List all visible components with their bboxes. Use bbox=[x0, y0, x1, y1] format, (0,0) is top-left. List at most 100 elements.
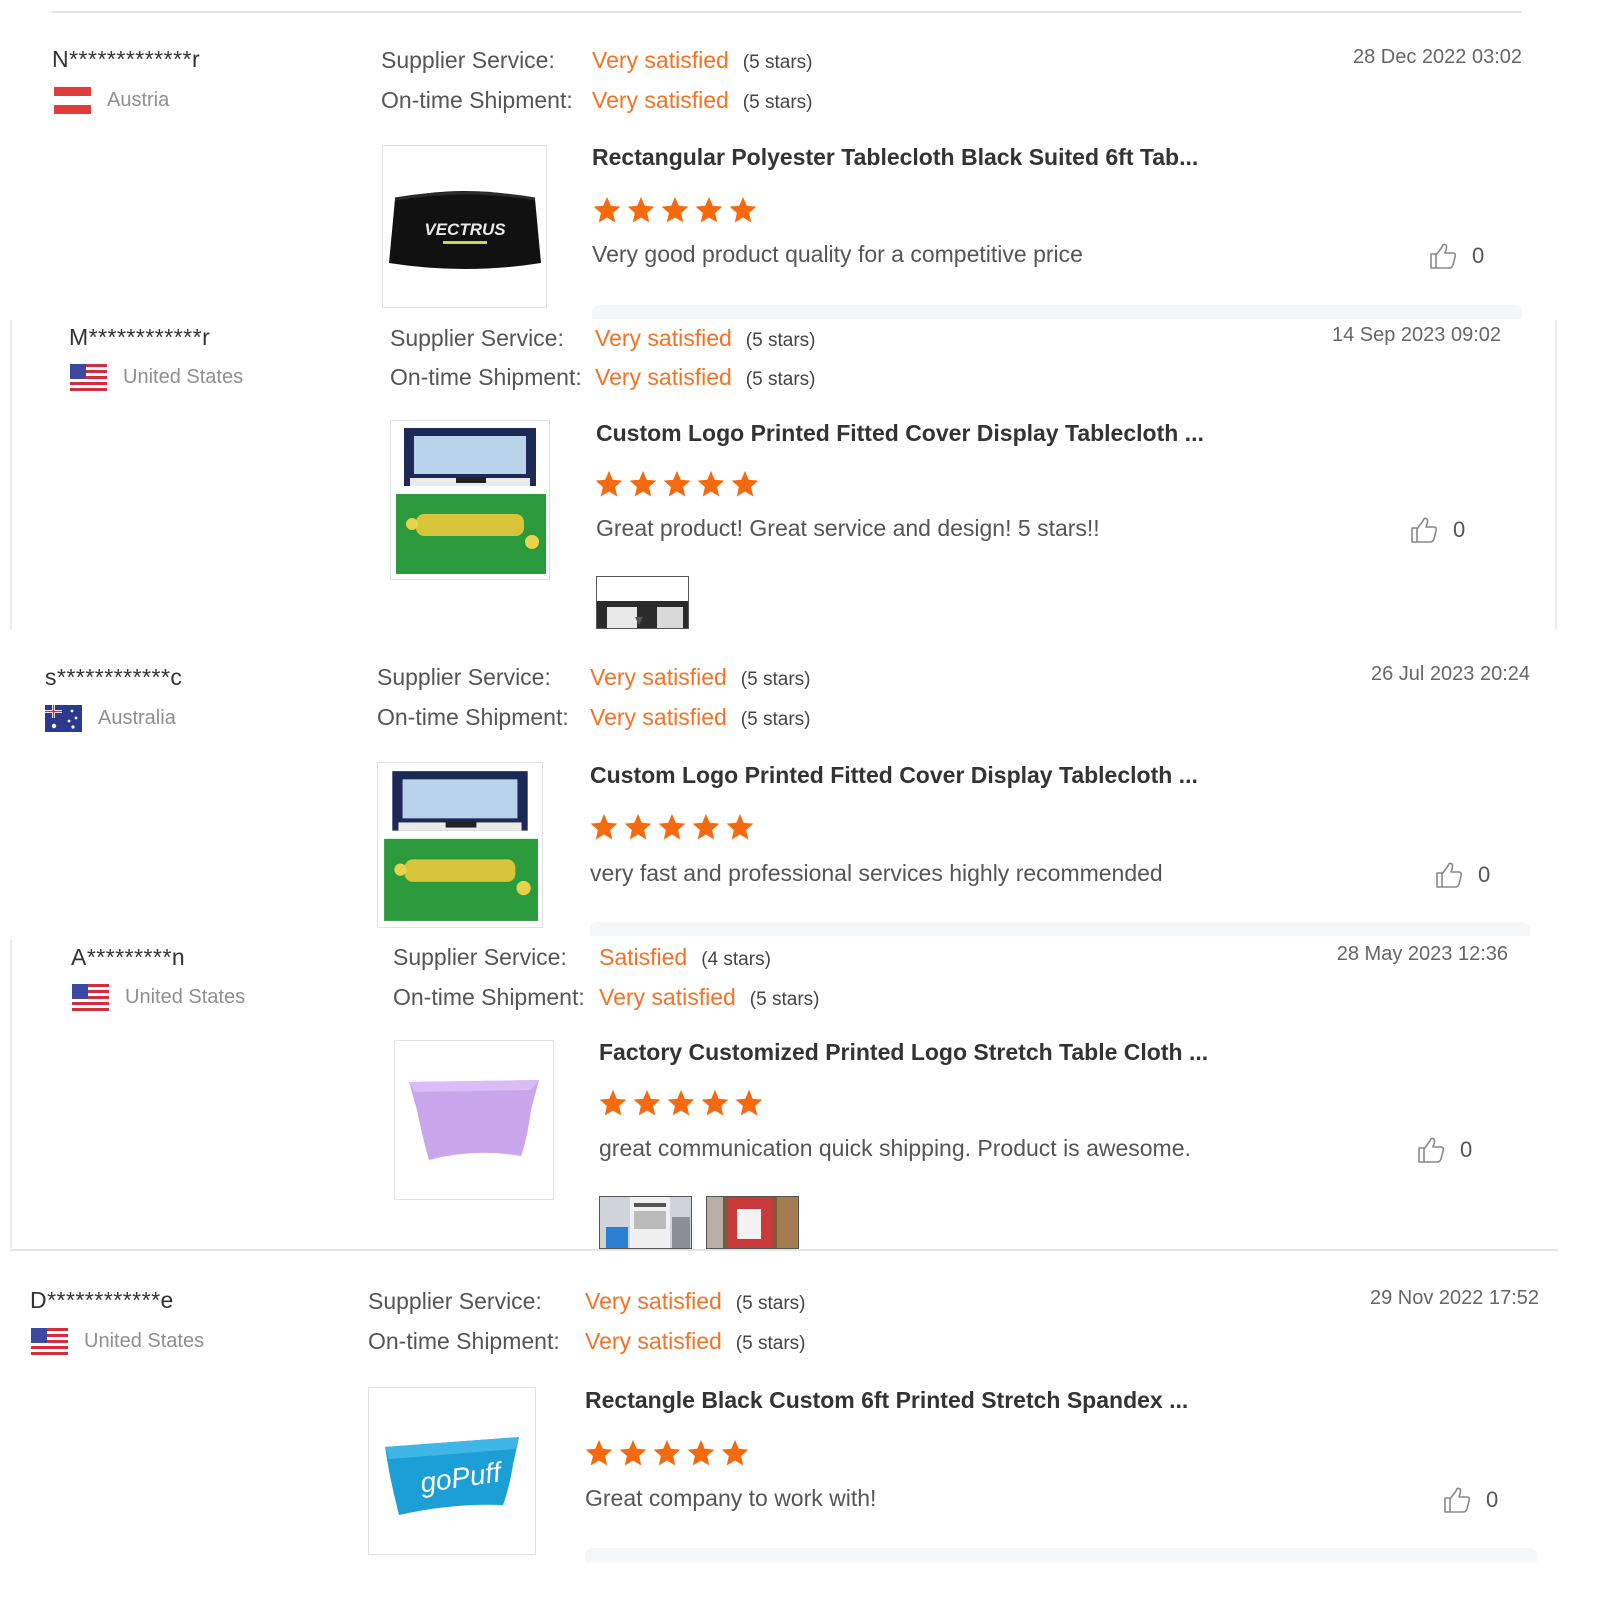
like-count: 0 bbox=[1472, 243, 1485, 268]
austria-flag-icon bbox=[54, 87, 91, 114]
supplier-service-label: Supplier Service: bbox=[381, 47, 555, 73]
star-rating bbox=[589, 812, 755, 842]
product-title-link[interactable]: Custom Logo Printed Fitted Cover Display… bbox=[590, 762, 1198, 789]
country-name: Austria bbox=[107, 89, 170, 111]
ontime-shipment-label: On-time Shipment: bbox=[377, 704, 569, 730]
ontime-shipment-label: On-time Shipment: bbox=[390, 364, 582, 390]
rating-stars-text: (5 stars) bbox=[749, 989, 820, 1010]
review-photo[interactable] bbox=[596, 576, 689, 629]
supplier-service-label: Supplier Service: bbox=[390, 325, 564, 351]
card-top-edge bbox=[590, 922, 1530, 936]
country-name: United States bbox=[125, 986, 246, 1008]
star-icon bbox=[697, 470, 725, 497]
rating-text: Very satisfied bbox=[585, 1288, 722, 1314]
rating-stars-text: (5 stars) bbox=[745, 369, 816, 390]
thumbs-up-icon bbox=[1411, 517, 1438, 543]
reviewer-name: M************r bbox=[69, 324, 211, 350]
product-thumbnail[interactable] bbox=[377, 762, 543, 928]
thumbs-up-icon bbox=[1430, 243, 1457, 269]
top-divider bbox=[52, 11, 1522, 13]
usa-flag-icon bbox=[31, 1328, 68, 1355]
supplier-service-rating: Very satisfied (5 stars) bbox=[595, 325, 815, 352]
star-icon bbox=[726, 813, 754, 840]
supplier-service-label: Supplier Service: bbox=[393, 944, 567, 970]
supplier-service-rating: Very satisfied (5 stars) bbox=[590, 664, 810, 691]
review-date: 29 Nov 2022 17:52 bbox=[1369, 1287, 1539, 1309]
supplier-service-rating: Very satisfied (5 stars) bbox=[592, 47, 812, 74]
green-tablecloth-image bbox=[396, 428, 546, 574]
like-count: 0 bbox=[1478, 862, 1491, 887]
green-tablecloth-image bbox=[384, 771, 538, 921]
reviewer-name: s************c bbox=[45, 664, 183, 690]
rating-stars-text: (5 stars) bbox=[742, 52, 813, 73]
like-count: 0 bbox=[1453, 517, 1466, 542]
rating-stars-text: (5 stars) bbox=[740, 709, 811, 730]
rating-text: Very satisfied bbox=[585, 1328, 722, 1354]
reviewer-country: Austria bbox=[54, 87, 169, 114]
rating-text: Very satisfied bbox=[590, 664, 727, 690]
product-thumbnail[interactable] bbox=[394, 1040, 554, 1200]
star-icon bbox=[695, 196, 723, 223]
ontime-shipment-rating: Very satisfied (5 stars) bbox=[595, 364, 815, 391]
star-icon bbox=[585, 1439, 613, 1466]
rating-stars-text: (5 stars) bbox=[742, 92, 813, 113]
reviewer-country: United States bbox=[70, 364, 243, 391]
star-icon bbox=[624, 813, 652, 840]
star-icon bbox=[627, 196, 655, 223]
ontime-shipment-rating: Very satisfied (5 stars) bbox=[585, 1328, 805, 1355]
black-tablecloth-image: VECTRUS bbox=[388, 190, 541, 269]
like-button[interactable]: 0 bbox=[1434, 860, 1490, 890]
star-icon bbox=[687, 1439, 715, 1466]
rating-text: Very satisfied bbox=[592, 87, 729, 113]
rating-stars-text: (5 stars) bbox=[735, 1333, 806, 1354]
star-rating bbox=[592, 195, 758, 225]
card-top-edge bbox=[585, 1548, 1537, 1562]
review-photo[interactable] bbox=[599, 1196, 692, 1249]
rating-text: Satisfied bbox=[599, 944, 688, 970]
country-name: United States bbox=[84, 1330, 205, 1352]
like-button[interactable]: 0 bbox=[1409, 515, 1465, 545]
star-icon bbox=[599, 1089, 627, 1116]
product-title-link[interactable]: Factory Customized Printed Logo Stretch … bbox=[599, 1039, 1208, 1066]
like-button[interactable]: 0 bbox=[1442, 1485, 1498, 1515]
review-date: 28 Dec 2022 03:02 bbox=[1352, 46, 1522, 68]
rating-stars-text: (5 stars) bbox=[735, 1293, 806, 1314]
australia-flag-icon bbox=[45, 705, 82, 732]
star-icon bbox=[721, 1439, 749, 1466]
ontime-shipment-rating: Very satisfied (5 stars) bbox=[599, 984, 819, 1011]
card-edge-left bbox=[10, 320, 12, 630]
product-thumbnail[interactable]: goPuff bbox=[368, 1387, 536, 1555]
ontime-shipment-rating: Very satisfied (5 stars) bbox=[590, 704, 810, 731]
ontime-shipment-label: On-time Shipment: bbox=[368, 1328, 560, 1354]
customer-photo-image bbox=[707, 1197, 798, 1248]
product-title-link[interactable]: Custom Logo Printed Fitted Cover Display… bbox=[596, 420, 1204, 447]
product-title-link[interactable]: Rectangle Black Custom 6ft Printed Stret… bbox=[585, 1387, 1188, 1414]
product-title-link[interactable]: Rectangular Polyester Tablecloth Black S… bbox=[592, 144, 1198, 171]
product-thumbnail[interactable]: VECTRUS bbox=[382, 145, 547, 308]
review-date: 28 May 2023 12:36 bbox=[1336, 943, 1508, 965]
customer-photo-image bbox=[597, 577, 688, 628]
star-icon bbox=[701, 1089, 729, 1116]
star-rating bbox=[594, 469, 760, 499]
like-button[interactable]: 0 bbox=[1416, 1135, 1472, 1165]
star-icon bbox=[595, 470, 623, 497]
card-top-edge bbox=[592, 305, 1522, 319]
star-icon bbox=[667, 1089, 695, 1116]
thumbs-up-icon bbox=[1444, 1487, 1471, 1513]
star-icon bbox=[735, 1089, 763, 1116]
supplier-service-rating: Satisfied (4 stars) bbox=[599, 944, 771, 971]
reviewer-name: D************e bbox=[30, 1287, 174, 1313]
lilac-tablecloth-image bbox=[409, 1080, 539, 1160]
like-button[interactable]: 0 bbox=[1428, 241, 1484, 271]
review-photo[interactable] bbox=[706, 1196, 799, 1249]
rating-stars-text: (5 stars) bbox=[745, 330, 816, 351]
like-count: 0 bbox=[1460, 1137, 1473, 1162]
star-icon bbox=[731, 470, 759, 497]
product-thumbnail[interactable] bbox=[390, 420, 550, 580]
supplier-service-label: Supplier Service: bbox=[368, 1288, 542, 1314]
review-comment: Very good product quality for a competit… bbox=[592, 241, 1083, 267]
star-icon bbox=[658, 813, 686, 840]
star-icon bbox=[653, 1439, 681, 1466]
star-icon bbox=[692, 813, 720, 840]
thumbs-up-icon bbox=[1418, 1137, 1445, 1163]
